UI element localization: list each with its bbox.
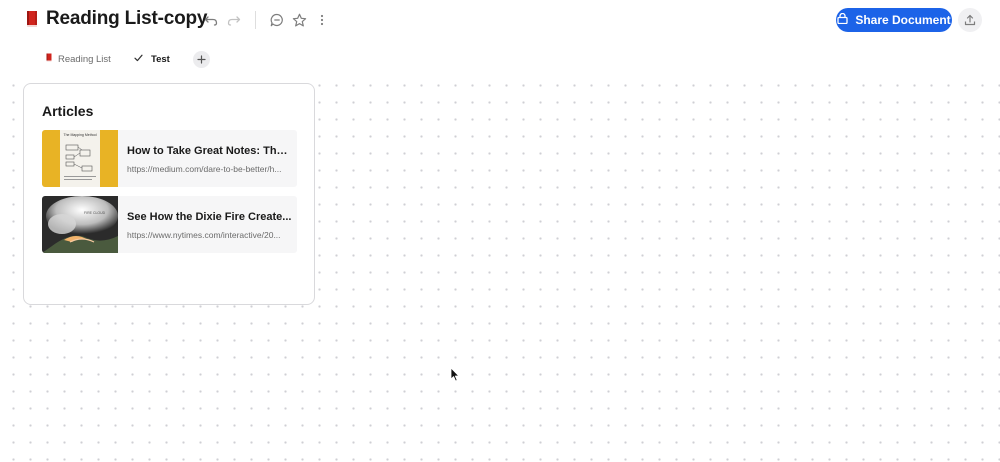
more-icon[interactable] xyxy=(313,11,331,29)
article-url: https://www.nytimes.com/interactive/20..… xyxy=(127,230,281,240)
plus-icon xyxy=(197,55,206,64)
add-tab-button[interactable] xyxy=(193,51,210,68)
article-item[interactable]: The Mapping Method How to Take Great Not… xyxy=(42,130,297,187)
article-item[interactable]: FIRE CLOUD See How the Dixie Fire Create… xyxy=(42,196,297,253)
export-icon[interactable] xyxy=(958,8,982,32)
page-tabs: Reading List Test xyxy=(0,46,1000,72)
tab-label: Reading List xyxy=(58,53,111,65)
comment-icon[interactable] xyxy=(268,11,286,29)
document-title[interactable]: Reading List-copy xyxy=(46,8,207,30)
article-thumbnail: The Mapping Method xyxy=(42,130,118,187)
mouse-cursor-icon xyxy=(450,367,460,382)
article-title: See How the Dixie Fire Create... xyxy=(127,211,292,223)
article-thumbnail: FIRE CLOUD xyxy=(42,196,118,253)
lock-icon xyxy=(837,12,848,27)
article-title: How to Take Great Notes: The ... xyxy=(127,145,292,157)
book-icon xyxy=(45,53,53,65)
thumb-caption: The Mapping Method xyxy=(63,133,96,137)
undo-icon[interactable] xyxy=(202,11,220,29)
app-window: Reading List-copy Share Document Reading… xyxy=(0,0,1000,462)
document-header: Reading List-copy Share Document xyxy=(0,0,1000,40)
thumb-caption: FIRE CLOUD xyxy=(84,211,106,215)
share-document-button[interactable]: Share Document xyxy=(836,8,952,32)
article-url: https://medium.com/dare-to-be-better/h..… xyxy=(127,164,282,174)
star-icon[interactable] xyxy=(290,11,308,29)
check-icon xyxy=(134,54,143,65)
redo-icon[interactable] xyxy=(225,11,243,29)
tab-reading-list[interactable]: Reading List xyxy=(45,49,111,69)
tab-label: Test xyxy=(151,53,170,65)
tab-test[interactable]: Test xyxy=(134,49,170,69)
header-divider xyxy=(255,11,256,29)
card-title: Articles xyxy=(42,103,94,119)
share-label: Share Document xyxy=(855,13,951,27)
book-icon xyxy=(24,10,40,28)
articles-card[interactable]: Articles The Mapping Method How to Take … xyxy=(23,83,315,305)
